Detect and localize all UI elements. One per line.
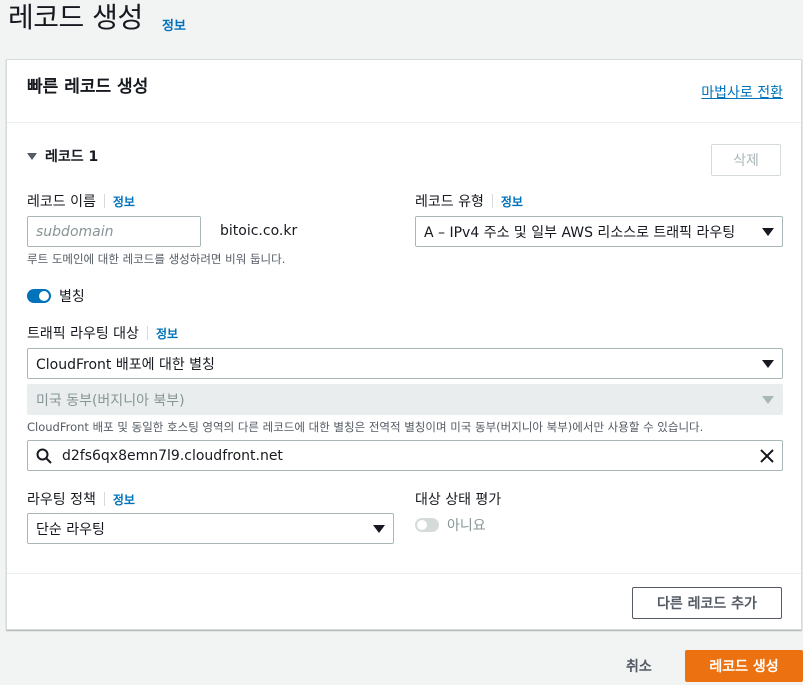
record-type-label: 레코드 유형 정보 <box>415 191 523 211</box>
routing-policy-label: 라우팅 정책 정보 <box>27 489 135 509</box>
record-type-info-link[interactable]: 정보 <box>501 193 523 210</box>
record-name-info-link[interactable]: 정보 <box>113 193 135 210</box>
record-name-label: 레코드 이름 정보 <box>27 191 135 211</box>
alias-toggle[interactable] <box>27 289 51 303</box>
caret-down-icon <box>27 152 37 160</box>
create-records-button[interactable]: 레코드 생성 <box>685 650 803 682</box>
cancel-button[interactable]: 취소 <box>626 656 652 676</box>
endpoint-search-input[interactable]: d2fs6qx8emn7l9.cloudfront.net <box>27 440 783 471</box>
record-name-label-text: 레코드 이름 <box>27 194 96 210</box>
routing-policy-label-text: 라우팅 정책 <box>27 492 96 508</box>
switch-to-wizard-link[interactable]: 마법사로 전환 <box>701 82 783 102</box>
toggle-knob <box>417 520 427 530</box>
region-value: 미국 동부(버지니아 북부) <box>36 392 185 409</box>
page-title: 레코드 생성 <box>8 1 143 34</box>
routing-policy-select[interactable]: 단순 라우팅 <box>27 513 394 544</box>
record-name-input[interactable]: subdomain <box>27 216 201 247</box>
record-name-help: 루트 도메인에 대한 레코드를 생성하려면 비워 둡니다. <box>27 252 286 266</box>
toggle-knob <box>39 291 49 301</box>
caret-down-icon <box>373 524 385 533</box>
region-select: 미국 동부(버지니아 북부) <box>27 384 783 415</box>
divider <box>146 326 148 340</box>
caret-down-icon <box>762 227 774 236</box>
footer-divider <box>7 573 801 574</box>
health-toggle[interactable] <box>415 518 439 532</box>
health-eval-label: 대상 상태 평가 <box>415 492 502 508</box>
route-target-value: CloudFront 배포에 대한 별칭 <box>36 356 215 373</box>
route-target-label-text: 트래픽 라우팅 대상 <box>27 326 139 342</box>
record-type-value: A – IPv4 주소 및 일부 AWS 리소스로 트래픽 라우팅 <box>424 224 736 241</box>
divider <box>103 194 105 208</box>
header-divider <box>7 122 801 123</box>
health-value: 아니요 <box>447 518 486 534</box>
health-toggle-row: 아니요 <box>415 515 486 535</box>
caret-down-icon <box>762 359 774 368</box>
domain-suffix: bitoic.co.kr <box>220 223 298 239</box>
search-icon <box>36 448 52 464</box>
alias-toggle-row: 별칭 <box>27 286 85 306</box>
divider <box>103 492 105 506</box>
quick-create-panel: 빠른 레코드 생성 마법사로 전환 레코드 1 삭제 레코드 이름 정보 sub… <box>6 59 802 630</box>
routing-policy-info-link[interactable]: 정보 <box>113 491 135 508</box>
endpoint-search-content: d2fs6qx8emn7l9.cloudfront.net <box>36 448 283 464</box>
route-target-label: 트래픽 라우팅 대상 정보 <box>27 323 178 343</box>
record-type-select[interactable]: A – IPv4 주소 및 일부 AWS 리소스로 트래픽 라우팅 <box>415 216 783 247</box>
alias-label: 별칭 <box>59 289 85 305</box>
route-target-help: CloudFront 배포 및 동일한 호스팅 영역의 다른 레코드에 대한 별… <box>27 420 704 434</box>
add-record-button[interactable]: 다른 레코드 추가 <box>632 587 782 619</box>
close-icon[interactable] <box>760 448 774 463</box>
route-target-info-link[interactable]: 정보 <box>156 325 178 342</box>
page-info-link[interactable]: 정보 <box>162 15 186 34</box>
routing-policy-value: 단순 라우팅 <box>36 521 105 538</box>
record-heading: 레코드 1 <box>45 149 99 165</box>
record-section-toggle[interactable]: 레코드 1 <box>27 146 98 166</box>
delete-button[interactable]: 삭제 <box>711 144 781 176</box>
caret-down-icon <box>762 395 774 404</box>
route-target-select[interactable]: CloudFront 배포에 대한 별칭 <box>27 348 783 379</box>
panel-title: 빠른 레코드 생성 <box>27 77 149 97</box>
endpoint-value: d2fs6qx8emn7l9.cloudfront.net <box>62 447 283 464</box>
record-type-label-text: 레코드 유형 <box>415 194 484 210</box>
divider <box>491 194 493 208</box>
